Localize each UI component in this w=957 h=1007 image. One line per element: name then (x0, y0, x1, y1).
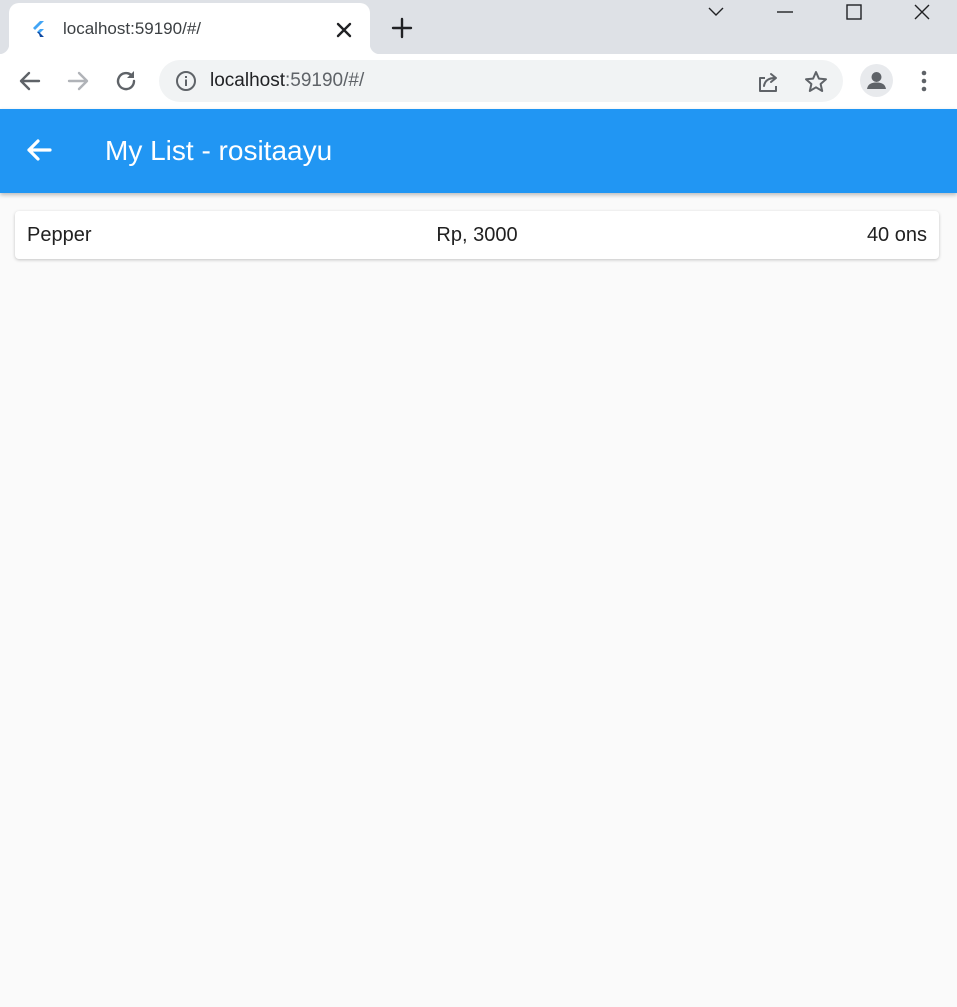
minimize-icon[interactable] (765, 0, 805, 26)
back-arrow-icon[interactable] (22, 133, 56, 167)
item-list: Pepper Rp, 3000 40 ons (15, 211, 939, 259)
tab-title: localhost:59190/#/ (63, 19, 201, 38)
browser-toolbar: localhost:59190/#/ (0, 54, 957, 109)
tab-search-chevron-icon[interactable] (696, 0, 736, 26)
profile-avatar[interactable] (860, 64, 893, 97)
address-bar[interactable]: localhost:59190/#/ (159, 60, 843, 102)
page-title: My List - rositaayu (105, 135, 333, 166)
maximize-icon[interactable] (834, 0, 874, 26)
app-bar: My List - rositaayu (0, 109, 957, 193)
list-item[interactable]: Pepper Rp, 3000 40 ons (15, 211, 939, 259)
item-price: Rp, 3000 (436, 224, 518, 246)
window-close-icon[interactable] (902, 0, 942, 26)
site-info-icon[interactable] (175, 70, 197, 92)
url-text[interactable]: localhost:59190/#/ (210, 70, 364, 92)
url-host: localhost (210, 70, 285, 91)
new-tab-icon[interactable] (389, 15, 415, 41)
close-tab-icon[interactable] (333, 19, 355, 41)
item-quantity: 40 ons (866, 224, 927, 246)
reload-icon[interactable] (110, 65, 142, 97)
share-icon[interactable] (755, 69, 781, 95)
forward-arrow-icon[interactable] (62, 65, 94, 97)
browser-tab[interactable]: localhost:59190/#/ (0, 3, 380, 54)
back-arrow-icon[interactable] (14, 65, 46, 97)
flutter-favicon-icon (33, 21, 44, 37)
tab-strip: localhost:59190/#/ (0, 0, 957, 54)
person-icon (867, 72, 886, 89)
url-path: :59190/#/ (285, 70, 365, 91)
bookmark-star-icon[interactable] (803, 69, 829, 95)
more-vert-icon[interactable] (910, 66, 938, 96)
